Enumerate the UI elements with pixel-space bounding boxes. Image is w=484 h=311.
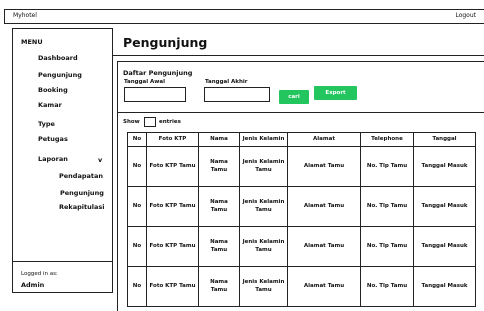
- cell-nama: Nama Tamu: [198, 266, 240, 307]
- cell-no: No: [127, 186, 147, 227]
- logged-in-user: Admin: [21, 281, 45, 289]
- sidebar-divider: [13, 261, 112, 262]
- table-row: No Foto KTP Tamu Nama Tamu Jenis Kelamin…: [127, 146, 476, 187]
- entries-select[interactable]: [144, 117, 156, 127]
- sidebar-item-type[interactable]: Type: [38, 120, 55, 128]
- cell-tanggal: Tanggal Masuk: [413, 226, 476, 267]
- table-row: No Foto KTP Tamu Nama Tamu Jenis Kelamin…: [127, 266, 476, 307]
- sidebar-item-kamar[interactable]: Kamar: [38, 101, 62, 109]
- visitor-panel: Daftar Pengunjung Tanggal Awal Tanggal A…: [117, 61, 484, 311]
- title-divider: [113, 55, 484, 56]
- cell-alamat: Alamat Tamu: [287, 226, 361, 267]
- column-header-foto-ktp[interactable]: Foto KTP: [146, 132, 199, 147]
- app-title: Myhotel: [13, 12, 37, 19]
- sidebar-item-booking[interactable]: Booking: [38, 86, 68, 94]
- page-title: Pengunjung: [123, 35, 208, 50]
- sidebar-item-laporan[interactable]: Laporan: [38, 155, 68, 163]
- cell-foto-ktp: Foto KTP Tamu: [146, 146, 199, 187]
- table-header-row: No Foto KTP Nama Jenis Kelamin Alamat Te…: [127, 132, 476, 147]
- column-header-alamat[interactable]: Alamat: [287, 132, 361, 147]
- logged-in-label: Logged in as:: [21, 271, 58, 277]
- column-header-telephone[interactable]: Telephone: [360, 132, 414, 147]
- cell-nama: Nama Tamu: [198, 146, 240, 187]
- cell-alamat: Alamat Tamu: [287, 266, 361, 307]
- main-content: Pengunjung Daftar Pengunjung Tanggal Awa…: [113, 28, 484, 311]
- cell-foto-ktp: Foto KTP Tamu: [146, 226, 199, 267]
- cell-telephone: No. Tlp Tamu: [360, 146, 414, 187]
- cell-jenis-kelamin: Jenis Kelamin Tamu: [239, 226, 288, 267]
- menu-title: MENU: [21, 38, 43, 46]
- cell-tanggal: Tanggal Masuk: [413, 146, 476, 187]
- sidebar-item-rekapitulasi[interactable]: Rekapitulasi: [59, 203, 104, 211]
- cell-telephone: No. Tlp Tamu: [360, 186, 414, 227]
- sidebar-item-laporan-pengunjung[interactable]: Pengunjung: [60, 189, 104, 197]
- export-button[interactable]: Export: [314, 86, 357, 100]
- show-label: Show: [123, 119, 140, 125]
- cell-no: No: [127, 226, 147, 267]
- cell-telephone: No. Tlp Tamu: [360, 226, 414, 267]
- search-button[interactable]: cari: [279, 90, 309, 104]
- cell-nama: Nama Tamu: [198, 226, 240, 267]
- visitor-table: No Foto KTP Nama Jenis Kelamin Alamat Te…: [127, 132, 476, 307]
- cell-nama: Nama Tamu: [198, 186, 240, 227]
- logout-link[interactable]: Logout: [455, 12, 476, 19]
- cell-jenis-kelamin: Jenis Kelamin Tamu: [239, 146, 288, 187]
- cell-tanggal: Tanggal Masuk: [413, 186, 476, 227]
- entries-label: entries: [159, 119, 181, 125]
- sidebar-item-dashboard[interactable]: Dashboard: [38, 54, 78, 62]
- sidebar-item-pendapatan[interactable]: Pendapatan: [59, 172, 103, 180]
- section-title: Daftar Pengunjung: [123, 69, 193, 77]
- sidebar-item-petugas[interactable]: Petugas: [38, 135, 68, 143]
- cell-foto-ktp: Foto KTP Tamu: [146, 186, 199, 227]
- column-header-jenis-kelamin[interactable]: Jenis Kelamin: [239, 132, 288, 147]
- sidebar: MENU Dashboard Pengunjung Booking Kamar …: [12, 28, 113, 293]
- cell-telephone: No. Tlp Tamu: [360, 266, 414, 307]
- start-date-input[interactable]: [124, 87, 186, 102]
- end-date-label: Tanggal Akhir: [205, 79, 248, 85]
- cell-jenis-kelamin: Jenis Kelamin Tamu: [239, 186, 288, 227]
- cell-foto-ktp: Foto KTP Tamu: [146, 266, 199, 307]
- cell-alamat: Alamat Tamu: [287, 146, 361, 187]
- sidebar-item-pengunjung[interactable]: Pengunjung: [38, 71, 82, 79]
- chevron-down-icon[interactable]: v: [98, 156, 102, 164]
- start-date-label: Tanggal Awal: [124, 79, 165, 85]
- filter-divider: [118, 112, 484, 113]
- cell-no: No: [127, 146, 147, 187]
- cell-tanggal: Tanggal Masuk: [413, 266, 476, 307]
- table-row: No Foto KTP Tamu Nama Tamu Jenis Kelamin…: [127, 186, 476, 227]
- table-row: No Foto KTP Tamu Nama Tamu Jenis Kelamin…: [127, 226, 476, 267]
- cell-alamat: Alamat Tamu: [287, 186, 361, 227]
- end-date-input[interactable]: [204, 87, 270, 102]
- column-header-no[interactable]: No: [127, 132, 147, 147]
- cell-jenis-kelamin: Jenis Kelamin Tamu: [239, 266, 288, 307]
- cell-no: No: [127, 266, 147, 307]
- top-bar: Myhotel Logout: [4, 9, 484, 24]
- column-header-nama[interactable]: Nama: [198, 132, 240, 147]
- column-header-tanggal[interactable]: Tanggal: [413, 132, 476, 147]
